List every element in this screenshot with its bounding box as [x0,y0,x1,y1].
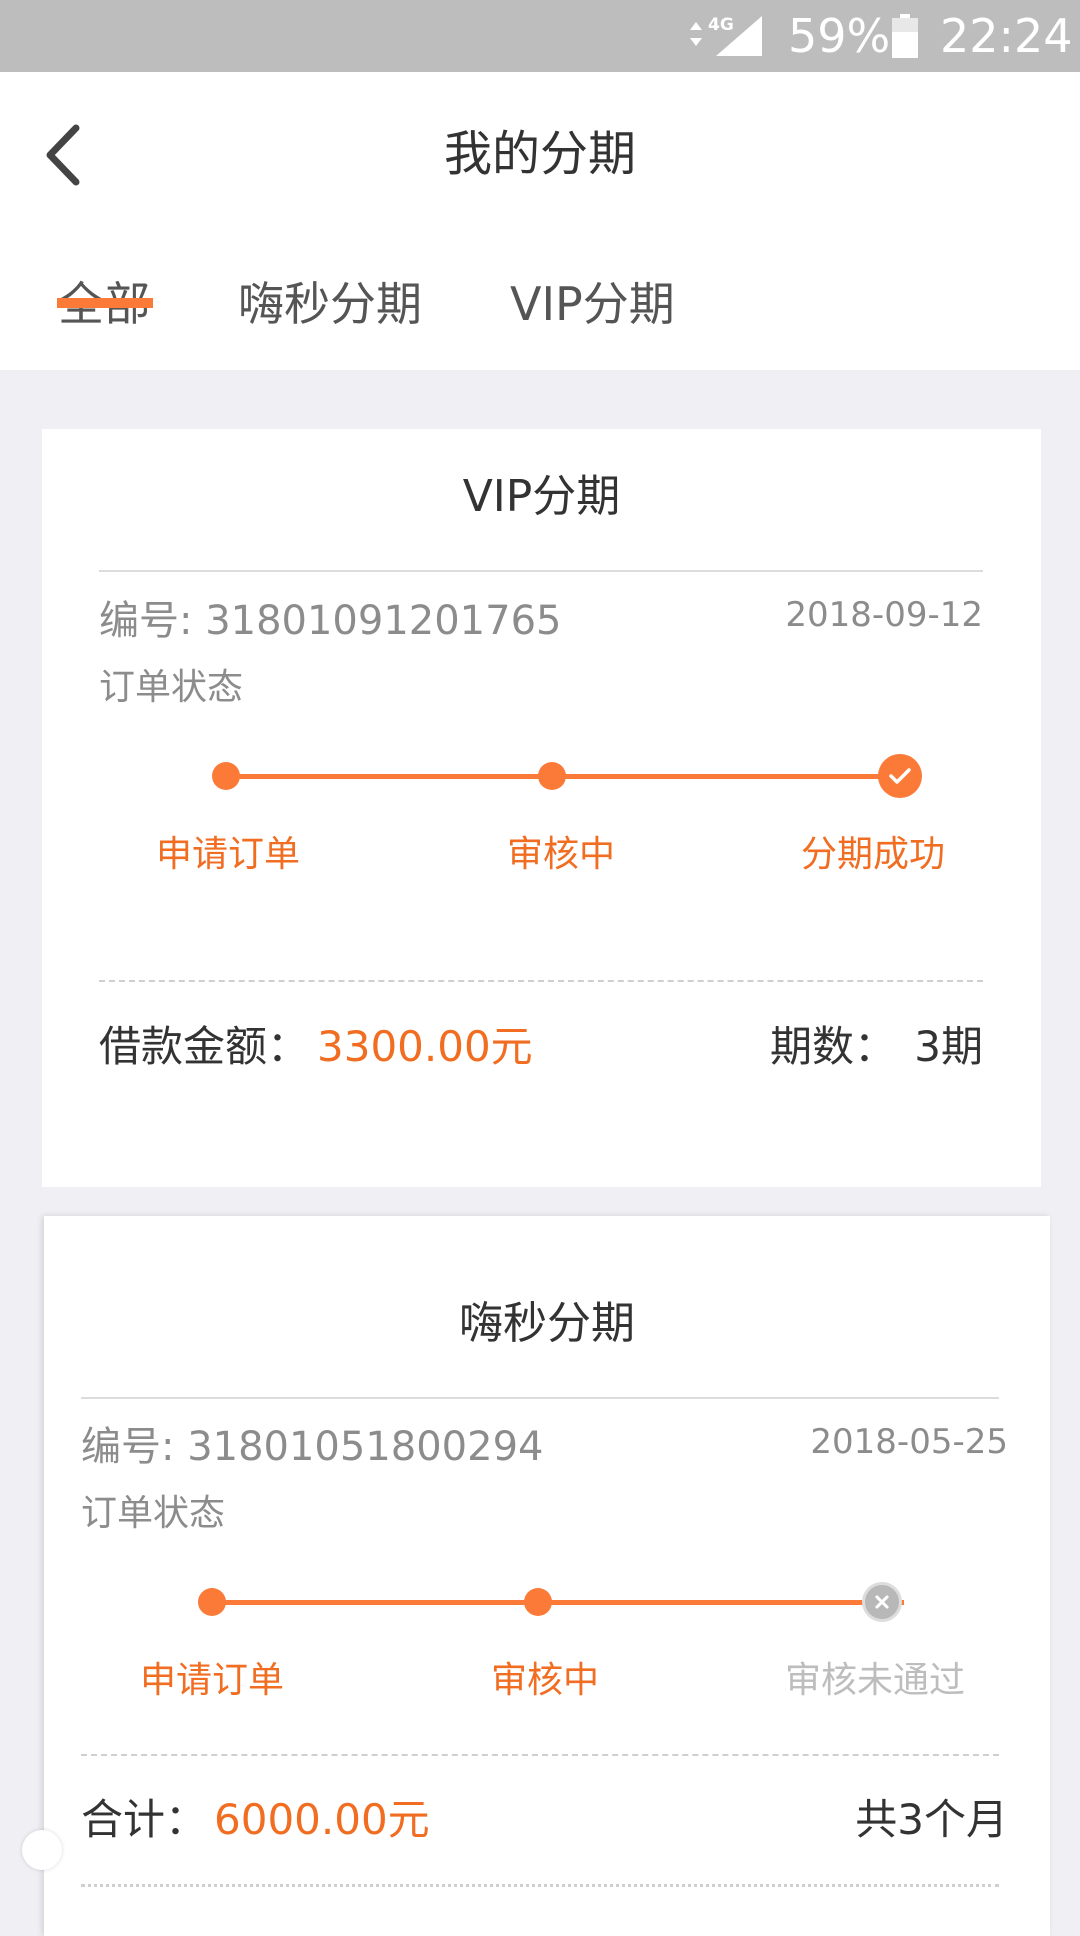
step-label-rejected: 审核未通过 [784,1660,965,1701]
dotted-divider [81,1884,999,1887]
step-label-success: 分期成功 [800,834,945,875]
battery-icon [892,14,918,58]
step-dot-apply [212,762,240,790]
order-date: 2018-05-25 [810,1422,1008,1462]
step-label-apply: 申请订单 [155,834,300,875]
active-tab-indicator [57,298,153,308]
close-icon [875,1595,889,1609]
order-number: 编号: 31801091201765 [99,598,562,644]
step-label-review: 审核中 [490,1660,599,1701]
divider [99,570,983,572]
loan-amount-label: 借款金额： [99,1022,310,1071]
progress-line [226,774,918,779]
order-type-title: VIP分期 [462,471,621,522]
check-icon [889,768,911,784]
step-dot-apply [198,1588,226,1616]
order-card-vip[interactable]: VIP分期 编号: 31801091201765 2018-09-12 订单状态… [42,429,1041,1187]
step-failed-badge [862,1582,902,1622]
step-dot-review [538,762,566,790]
network-type: 4G [708,15,734,35]
duration-text: 共3个月 [855,1795,1008,1844]
period-label: 期数： [770,1022,897,1071]
step-dot-review [524,1588,552,1616]
divider [81,1397,999,1399]
step-label-review: 审核中 [506,834,615,875]
order-status-label: 订单状态 [81,1493,226,1534]
dashed-divider [81,1754,999,1756]
order-status-label: 订单状态 [99,667,244,708]
total-amount-value: 6000.00元 [214,1795,430,1844]
period-value: 3期 [914,1022,983,1071]
order-type-title: 嗨秒分期 [459,1298,635,1349]
battery-percentage: 59% [788,9,891,63]
dashed-divider [99,980,983,982]
tab-haimiao-installment[interactable]: 嗨秒分期 [238,274,422,334]
scroll-edge-handle [22,1830,62,1870]
order-card-haimiao[interactable]: 嗨秒分期 编号: 31801051800294 2018-05-25 订单状态 … [44,1216,1050,1936]
total-label: 合计： [81,1795,208,1844]
order-date: 2018-09-12 [785,595,983,635]
tab-vip-installment[interactable]: VIP分期 [510,274,675,334]
progress-line [212,1600,904,1605]
step-done-badge [878,754,922,798]
order-number: 编号: 31801051800294 [81,1424,544,1470]
step-label-apply: 申请订单 [139,1660,284,1701]
page-title: 我的分期 [443,126,636,182]
loan-amount-value: 3300.00元 [317,1022,533,1071]
clock: 22:24 [940,9,1073,63]
header: 我的分期 全部 嗨秒分期 VIP分期 [0,72,1080,370]
status-bar: 4G 59% 22:24 [0,0,1080,72]
signal-icon: 4G [690,15,762,56]
